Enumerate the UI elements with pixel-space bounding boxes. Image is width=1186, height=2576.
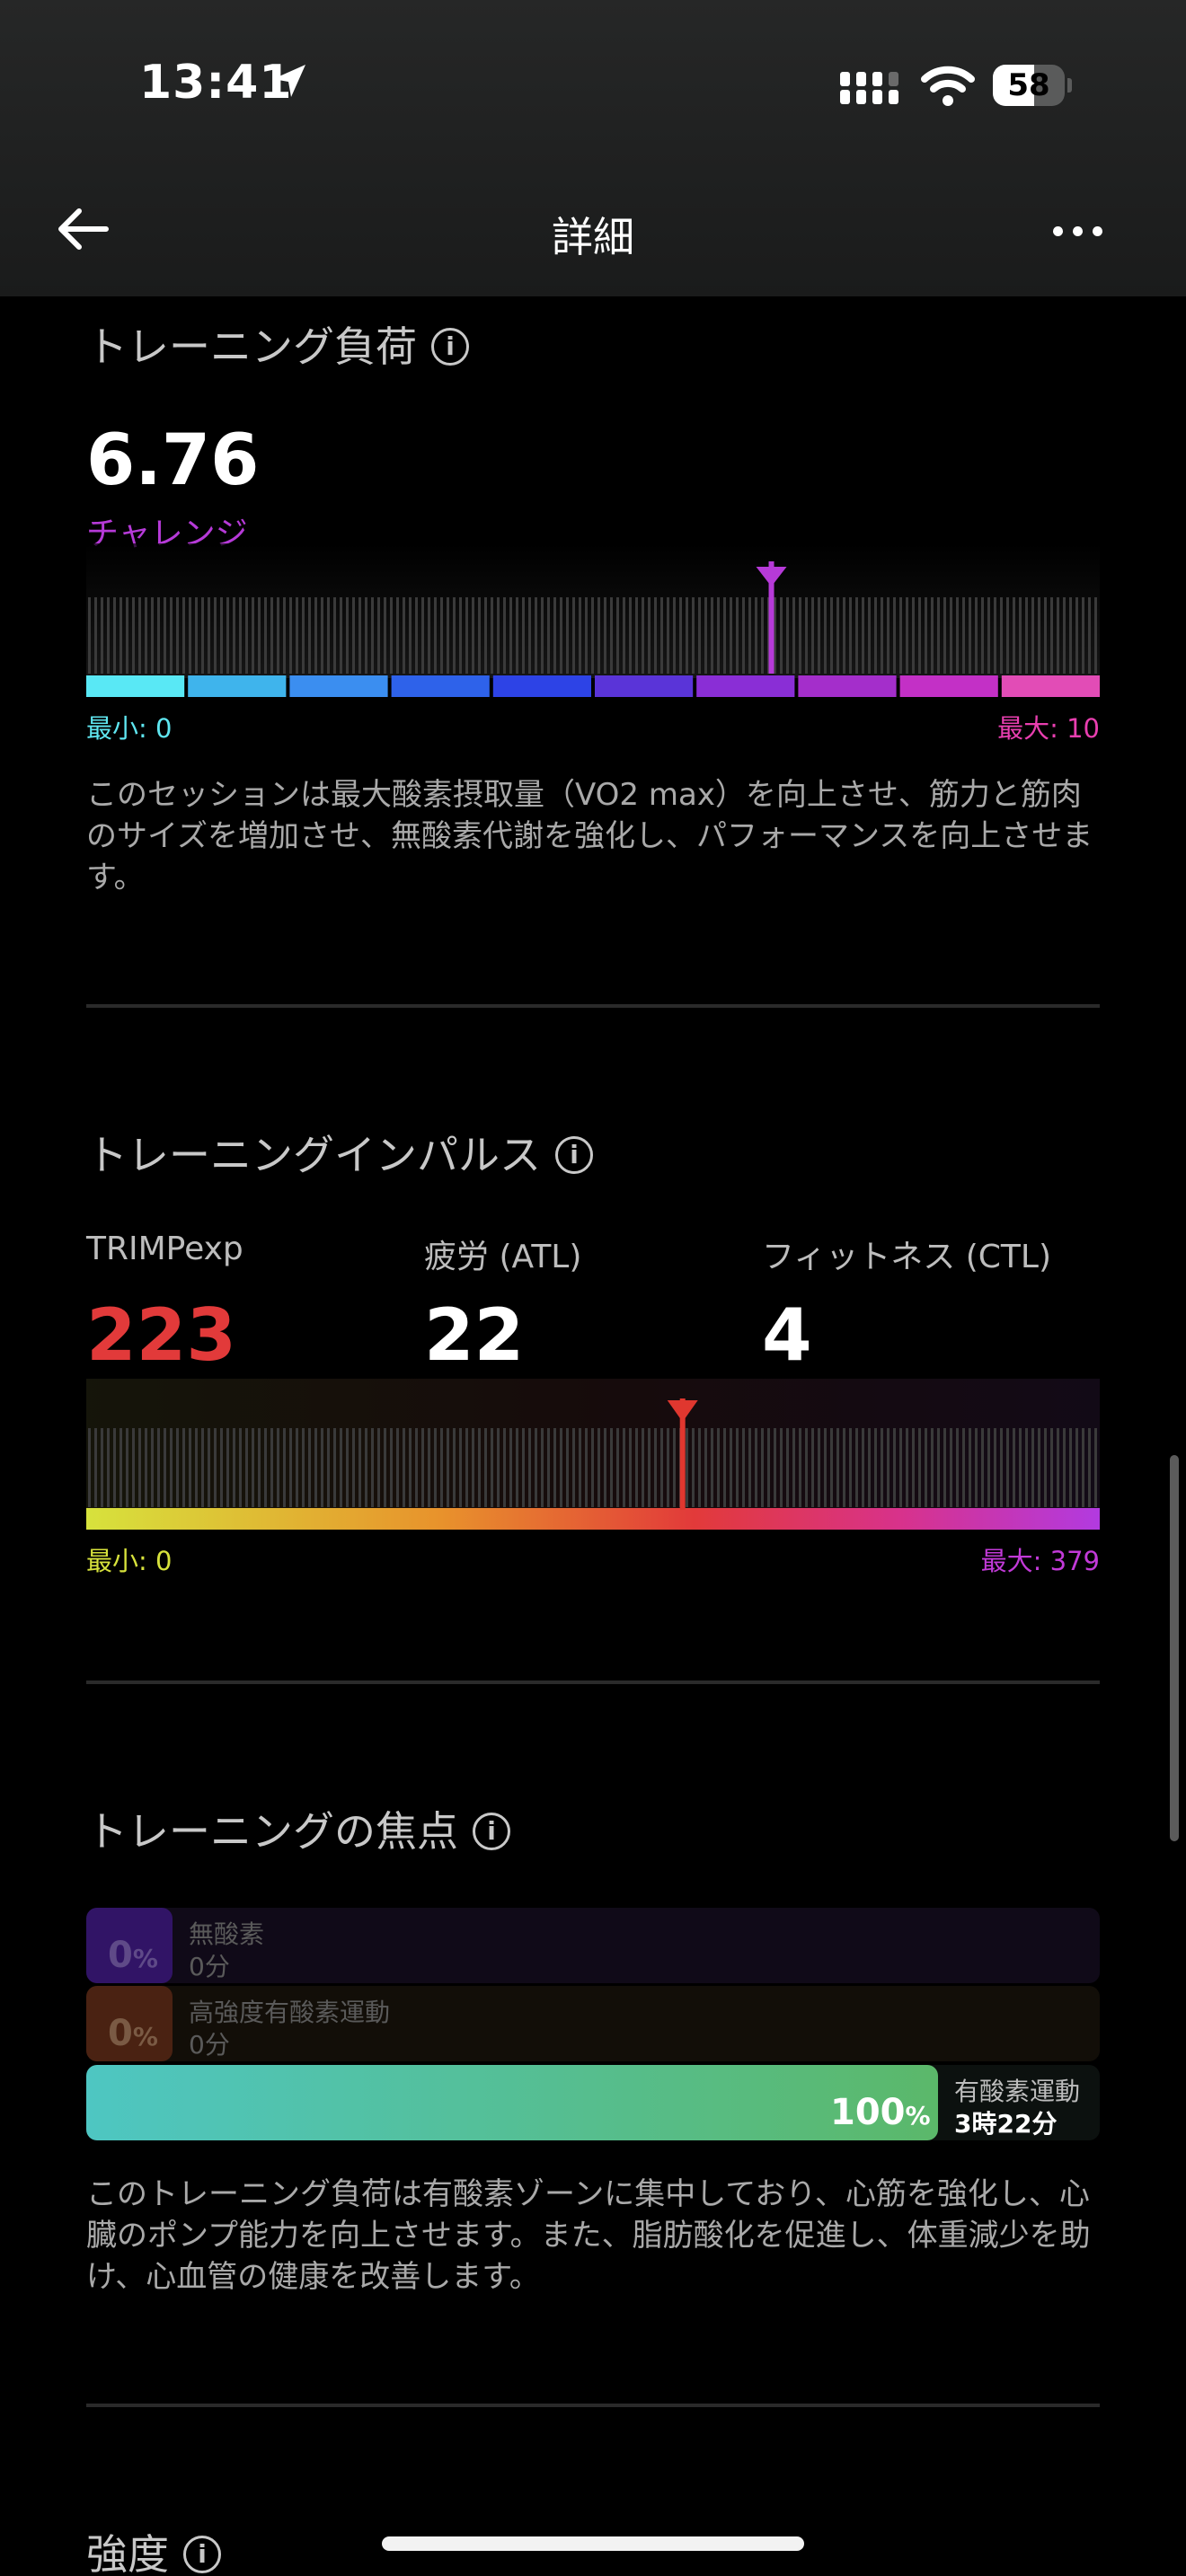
load-scale-segment — [595, 675, 694, 697]
battery-icon: 58 — [993, 65, 1072, 106]
page-title: 詳細 — [552, 213, 634, 261]
home-indicator[interactable] — [382, 2536, 804, 2551]
training-focus-title: トレーニングの焦点 i — [86, 1799, 510, 1858]
top-bar: 13:41 58 詳細 — [0, 0, 1186, 296]
focus-percent: 0% — [108, 2013, 158, 2054]
training-impulse-max: 最大: 379 — [980, 1546, 1100, 1576]
training-focus-description: このトレーニング負荷は有酸素ゾーンに集中しており、心筋を強化し、心臓のポンプ能力… — [86, 2176, 1091, 2295]
training-load-min: 最小: 0 — [86, 713, 173, 744]
more-icon[interactable] — [1049, 214, 1107, 250]
info-icon[interactable]: i — [473, 1812, 510, 1850]
load-scale-segment — [188, 675, 287, 697]
scrollbar[interactable] — [1170, 1455, 1179, 1841]
load-scale-segment — [1001, 675, 1100, 697]
focus-time: 0分 — [189, 2030, 230, 2060]
training-impulse-min: 最小: 0 — [86, 1546, 173, 1576]
training-impulse-gauge — [86, 1379, 1100, 1530]
load-scale-segment — [289, 675, 388, 697]
ctl-label: フィットネス (CTL) — [762, 1239, 1051, 1275]
divider — [86, 1681, 1100, 1684]
focus-row-anaerobic: 0% 無酸素 0分 — [86, 1908, 1100, 1983]
focus-time: 0分 — [189, 1952, 230, 1981]
training-load-value: 6.76 — [86, 420, 260, 501]
load-scale-segment — [798, 675, 897, 697]
training-impulse-title: トレーニングインパルス i — [86, 1123, 593, 1182]
load-scale-segment — [492, 675, 591, 697]
training-load-title: トレーニング負荷 i — [86, 314, 469, 374]
trimp-label: TRIMPexp — [86, 1231, 243, 1267]
focus-percent: 0% — [108, 1935, 158, 1976]
training-load-gauge — [86, 543, 1100, 697]
load-scale-segment — [696, 675, 795, 697]
intensity-title: 強度 i — [86, 2522, 221, 2576]
focus-time: 3時22分 — [954, 2109, 1058, 2139]
battery-percentage: 58 — [1007, 67, 1050, 103]
cellular-signal-icon — [840, 72, 898, 104]
divider — [86, 1004, 1100, 1008]
info-icon[interactable]: i — [183, 2535, 221, 2573]
load-scale-segment — [86, 675, 185, 697]
load-scale-segment — [391, 675, 490, 697]
info-icon[interactable]: i — [431, 327, 469, 366]
wifi-icon — [921, 66, 975, 106]
divider — [86, 2404, 1100, 2407]
trimp-value: 223 — [86, 1293, 236, 1377]
focus-row-high-aerobic: 0% 高強度有酸素運動 0分 — [86, 1986, 1100, 2061]
focus-name: 無酸素 — [189, 1919, 265, 1949]
training-load-max: 最大: 10 — [997, 713, 1100, 744]
ctl-value: 4 — [762, 1293, 812, 1377]
atl-label: 疲労 (ATL) — [424, 1239, 582, 1275]
focus-name: 有酸素運動 — [954, 2077, 1081, 2106]
atl-value: 22 — [424, 1293, 525, 1377]
location-arrow-icon — [273, 65, 305, 97]
focus-name: 高強度有酸素運動 — [189, 1998, 391, 2027]
focus-row-aerobic: 100% 有酸素運動 3時22分 — [86, 2065, 1100, 2140]
training-load-description: このセッションは最大酸素摂取量（VO2 max）を向上させ、筋力と筋肉のサイズを… — [86, 777, 1093, 895]
load-scale-segment — [899, 675, 998, 697]
focus-percent: 100% — [830, 2092, 931, 2133]
info-icon[interactable]: i — [555, 1135, 593, 1174]
